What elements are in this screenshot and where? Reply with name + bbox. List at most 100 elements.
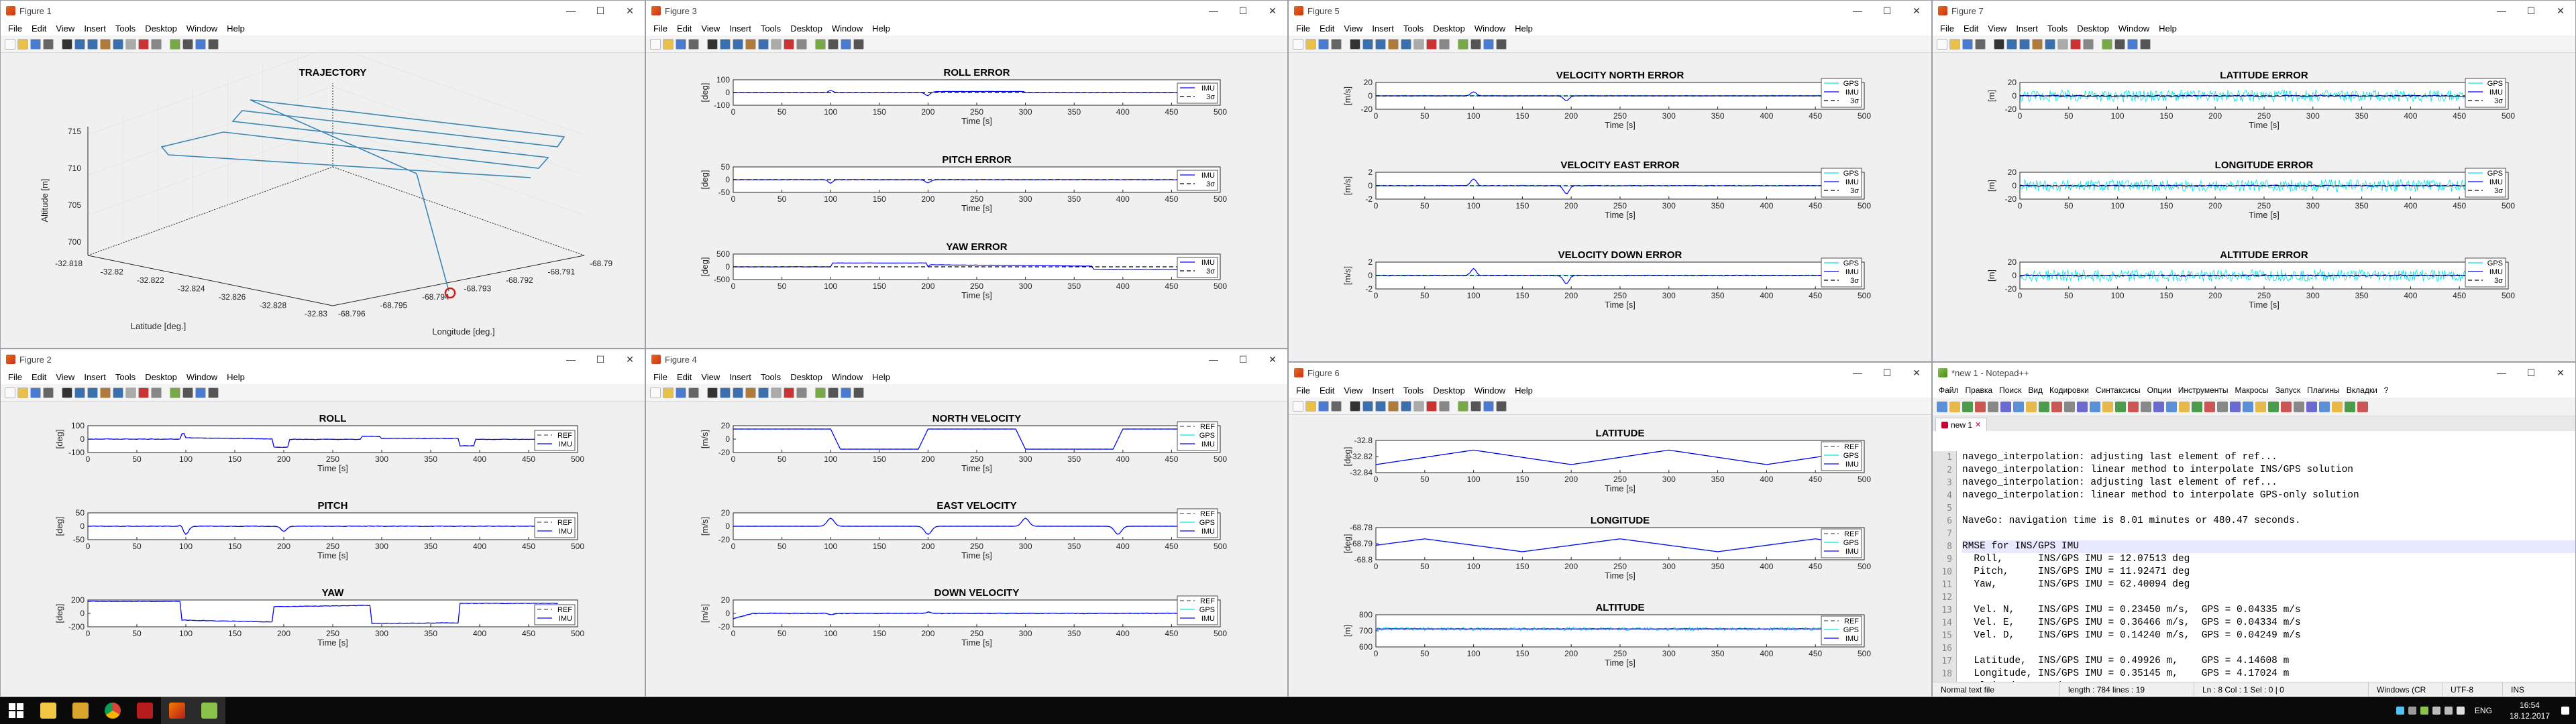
menu-edit[interactable]: Edit — [1959, 23, 1983, 34]
title-bar[interactable]: Figure 3 — ☐ ✕ — [646, 1, 1287, 21]
brush-icon[interactable] — [1426, 38, 1437, 50]
np-tool-icon[interactable] — [2166, 401, 2177, 412]
new-icon[interactable] — [1937, 38, 1947, 50]
datatip-icon[interactable] — [2057, 38, 2068, 50]
menu-insert[interactable]: Insert — [79, 372, 111, 382]
grid-icon[interactable] — [841, 387, 851, 398]
dock-icon[interactable] — [208, 387, 219, 398]
print-icon[interactable] — [43, 38, 54, 50]
grid-icon[interactable] — [195, 38, 206, 50]
np-tool-icon[interactable] — [2153, 401, 2164, 412]
menu-desktop[interactable]: Desktop — [140, 372, 182, 382]
menu-edit[interactable]: Edit — [1315, 23, 1339, 34]
save-icon[interactable] — [1318, 400, 1329, 412]
title-bar[interactable]: Figure 6 — ☐ ✕ — [1289, 363, 1931, 383]
maximize-icon[interactable]: ☐ — [2516, 363, 2546, 383]
link-icon[interactable] — [151, 387, 162, 398]
legend-icon[interactable] — [2114, 38, 2125, 50]
np-tool-icon[interactable] — [2128, 401, 2139, 412]
link-icon[interactable] — [796, 387, 807, 398]
open-icon[interactable] — [1305, 38, 1316, 50]
legend-icon[interactable] — [828, 387, 839, 398]
title-bar[interactable]: Figure 1 — ☐ ✕ — [1, 1, 645, 21]
np-tool-icon[interactable] — [2192, 401, 2202, 412]
menu-tools[interactable]: Tools — [1399, 23, 1428, 34]
menu-file[interactable]: File — [1291, 385, 1315, 396]
menu-window[interactable]: Window — [182, 372, 222, 382]
menu-file[interactable]: File — [3, 23, 27, 34]
title-bar[interactable]: Figure 2 — ☐ ✕ — [1, 349, 645, 369]
volume-icon[interactable] — [2456, 707, 2465, 715]
colorbar-icon[interactable] — [170, 387, 180, 398]
title-bar[interactable]: Figure 7 — ☐ ✕ — [1933, 1, 2575, 21]
np-menu-item[interactable]: Вид — [2025, 385, 2046, 395]
tray-icon[interactable] — [2408, 707, 2416, 715]
np-tool-icon[interactable] — [2090, 401, 2100, 412]
zoom-out-icon[interactable] — [87, 38, 98, 50]
menu-desktop[interactable]: Desktop — [786, 372, 827, 382]
menu-window[interactable]: Window — [2114, 23, 2154, 34]
brush-icon[interactable] — [784, 387, 794, 398]
legend-icon[interactable] — [828, 38, 839, 50]
grid-icon[interactable] — [841, 38, 851, 50]
menu-view[interactable]: View — [51, 23, 79, 34]
np-tool-icon[interactable] — [2064, 401, 2075, 412]
cursor-icon[interactable] — [1350, 400, 1360, 412]
save-icon[interactable] — [30, 387, 41, 398]
save-icon[interactable] — [30, 38, 41, 50]
menu-insert[interactable]: Insert — [724, 23, 756, 34]
zoom-out-icon[interactable] — [733, 38, 743, 50]
new-icon[interactable] — [1293, 400, 1303, 412]
brush-icon[interactable] — [2070, 38, 2081, 50]
close-icon[interactable]: ✕ — [615, 349, 645, 369]
menu-help[interactable]: Help — [222, 23, 250, 34]
np-menu-item[interactable]: Вкладки — [2343, 385, 2381, 395]
np-menu-item[interactable]: Макросы — [2232, 385, 2272, 395]
menu-view[interactable]: View — [1339, 385, 1367, 396]
np-tool-icon[interactable] — [2039, 401, 2049, 412]
new-icon[interactable] — [5, 387, 15, 398]
dock-icon[interactable] — [1496, 400, 1507, 412]
menu-edit[interactable]: Edit — [1315, 385, 1339, 396]
print-icon[interactable] — [43, 387, 54, 398]
pan-icon[interactable] — [1388, 38, 1399, 50]
save-icon[interactable] — [1318, 38, 1329, 50]
np-tool-icon[interactable] — [2319, 401, 2330, 412]
np-tool-icon[interactable] — [2141, 401, 2151, 412]
np-menu-item[interactable]: Правка — [1962, 385, 1996, 395]
matlab-button[interactable] — [161, 697, 193, 724]
menu-help[interactable]: Help — [1510, 23, 1538, 34]
np-tool-icon[interactable] — [2013, 401, 2024, 412]
menu-tools[interactable]: Tools — [111, 372, 140, 382]
figure-window-1[interactable]: Figure 1 — ☐ ✕ File Edit View Insert Tools Deskt… — [0, 0, 645, 349]
minimize-icon[interactable]: — — [1843, 1, 1872, 21]
np-tool-icon[interactable] — [1937, 401, 1947, 412]
colorbar-icon[interactable] — [1458, 38, 1468, 50]
maximize-icon[interactable]: ☐ — [586, 1, 615, 21]
zoom-out-icon[interactable] — [1375, 400, 1386, 412]
zoom-out-icon[interactable] — [87, 387, 98, 398]
np-tool-icon[interactable] — [1962, 401, 1973, 412]
legend-icon[interactable] — [1470, 400, 1481, 412]
colorbar-icon[interactable] — [170, 38, 180, 50]
zoom-in-icon[interactable] — [74, 387, 85, 398]
zoom-out-icon[interactable] — [1375, 38, 1386, 50]
notepadpp-button[interactable] — [193, 697, 225, 724]
menu-tools[interactable]: Tools — [111, 23, 140, 34]
save-icon[interactable] — [676, 387, 686, 398]
zoom-in-icon[interactable] — [1362, 400, 1373, 412]
close-icon[interactable]: ✕ — [1258, 1, 1287, 21]
menu-window[interactable]: Window — [827, 372, 867, 382]
open-icon[interactable] — [17, 38, 28, 50]
np-tool-icon[interactable] — [2357, 401, 2368, 412]
explorer-pinned-button[interactable] — [64, 697, 97, 724]
menu-file[interactable]: File — [649, 372, 672, 382]
np-tool-icon[interactable] — [1988, 401, 1998, 412]
new-icon[interactable] — [650, 387, 661, 398]
menu-insert[interactable]: Insert — [1367, 23, 1399, 34]
title-bar[interactable]: Figure 4 — ☐ ✕ — [646, 349, 1287, 369]
tray-icon[interactable] — [2420, 707, 2428, 715]
menu-desktop[interactable]: Desktop — [140, 23, 182, 34]
menu-help[interactable]: Help — [1510, 385, 1538, 396]
close-icon[interactable]: ✕ — [1258, 349, 1287, 369]
